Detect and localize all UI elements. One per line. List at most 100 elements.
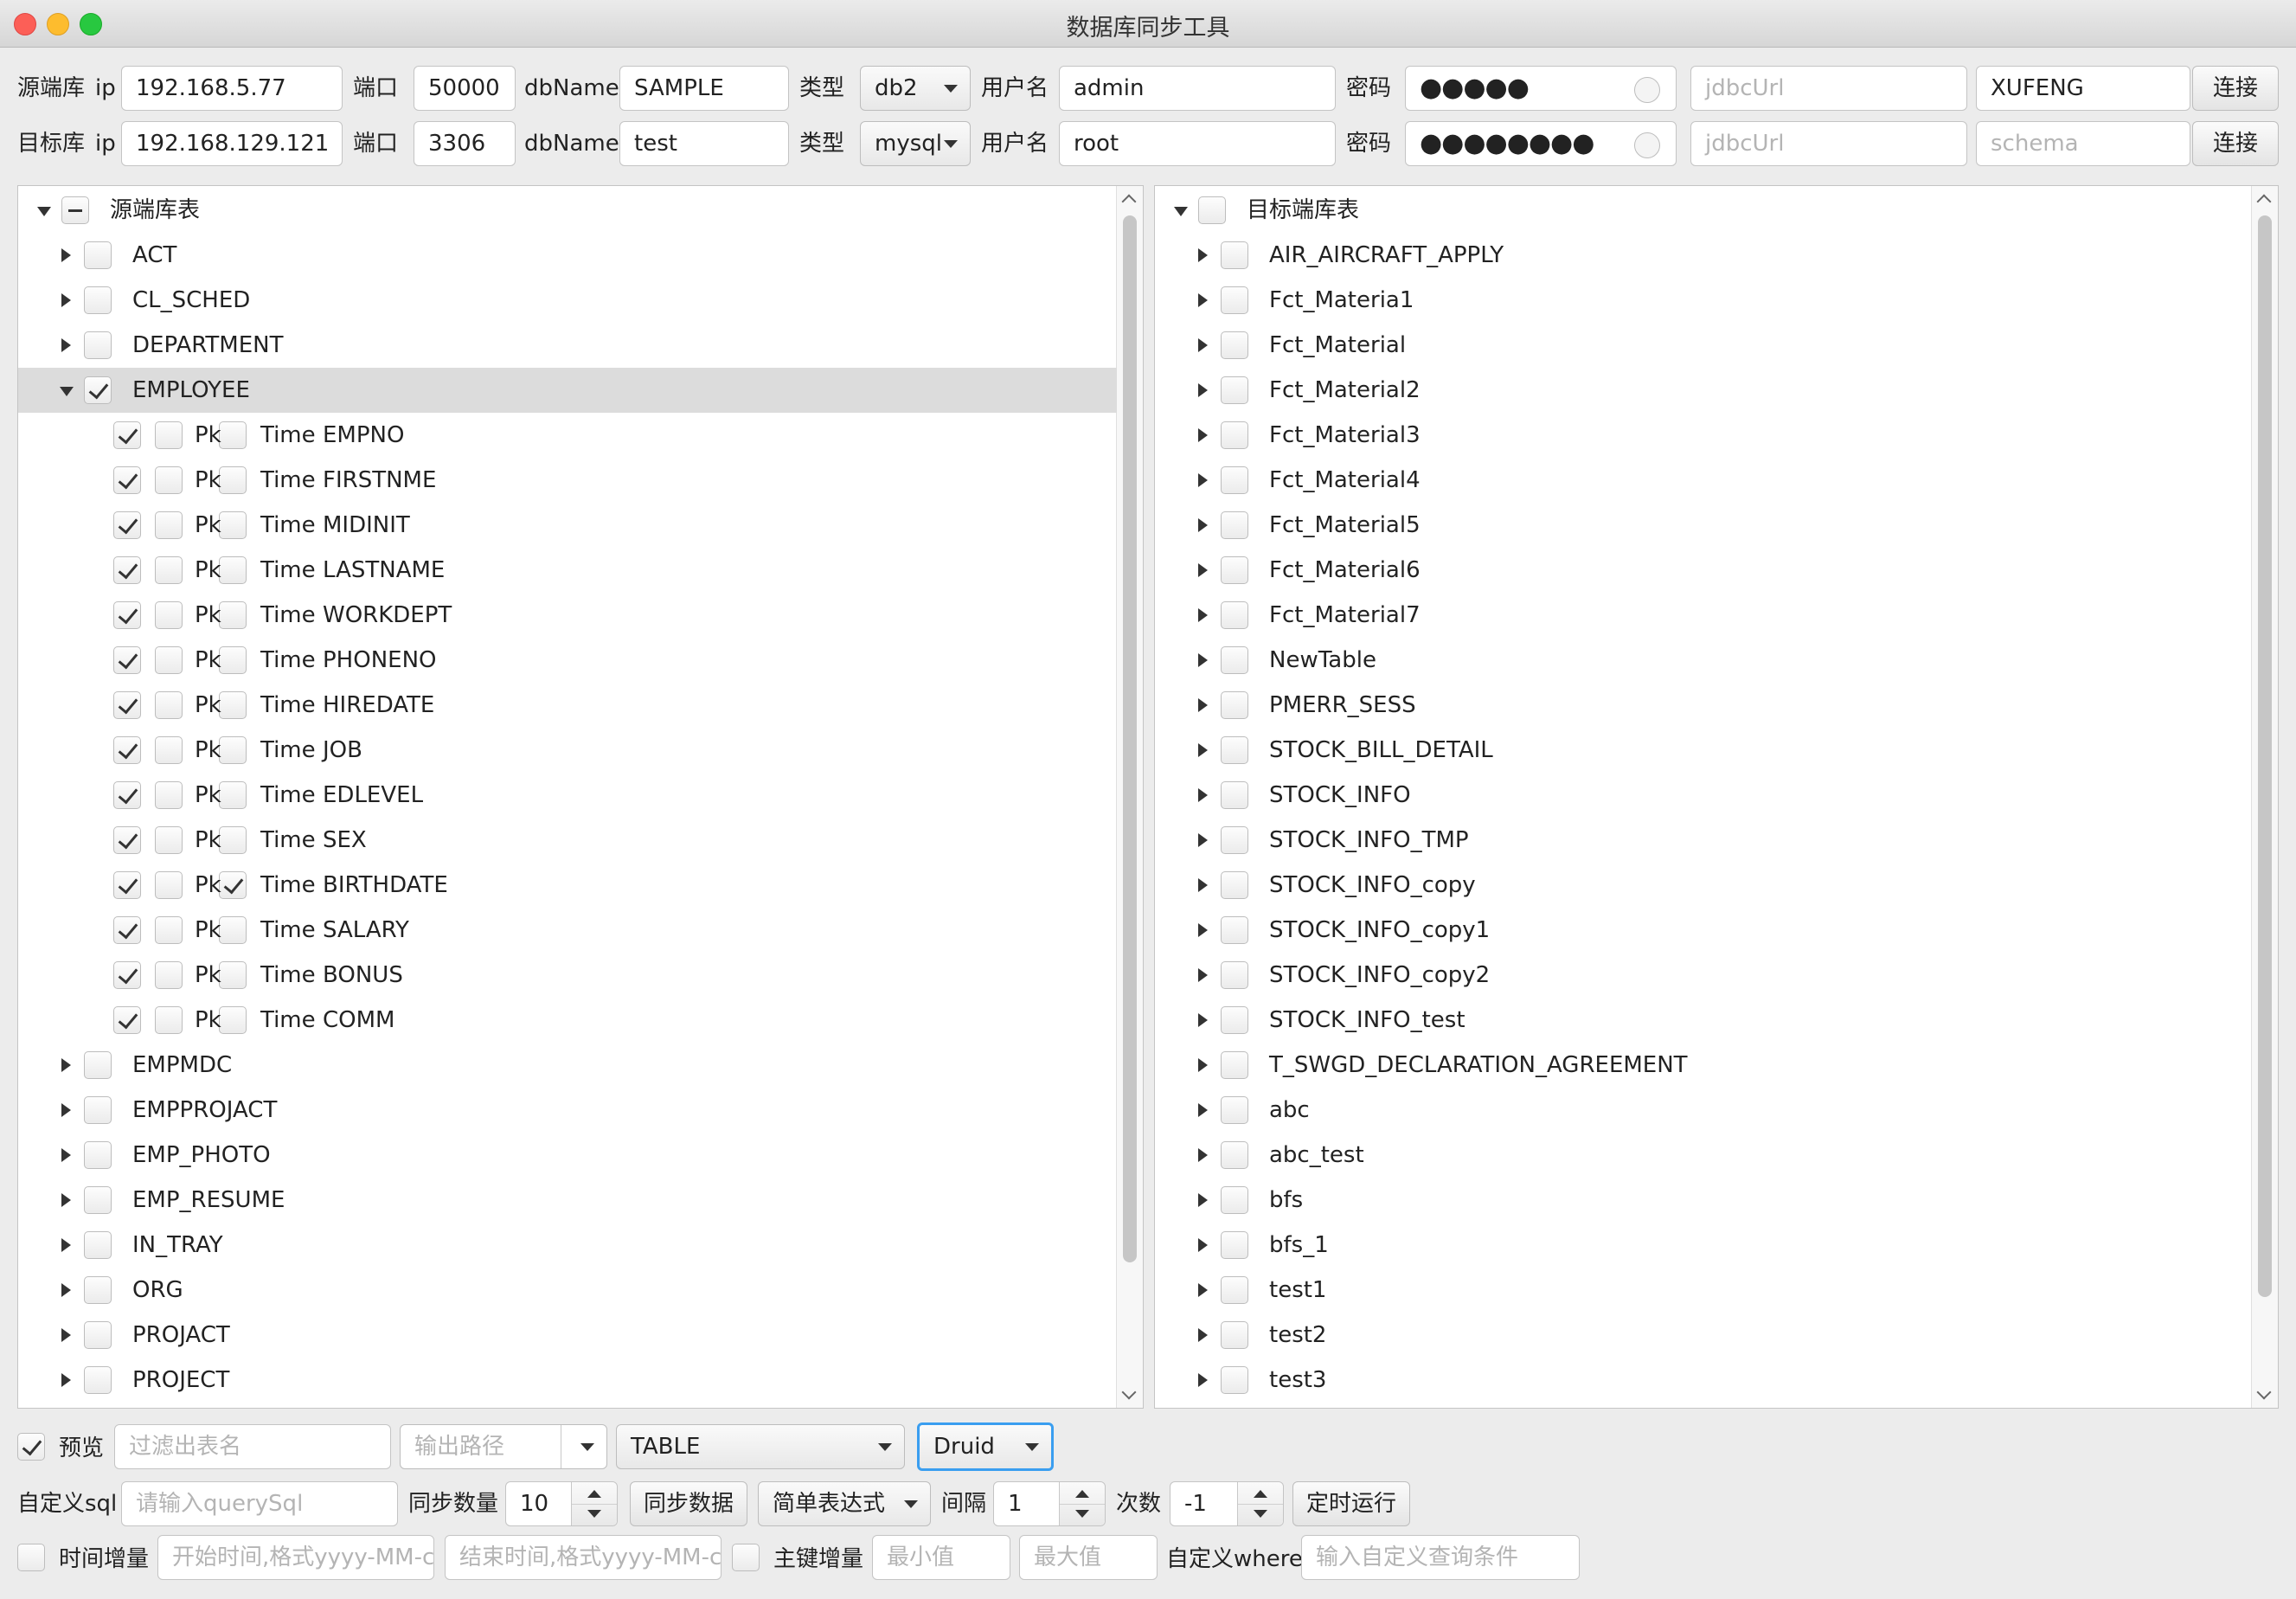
expand-arrow-icon[interactable] bbox=[1198, 1193, 1208, 1207]
target-table-item[interactable]: AIR_AIRCRAFT_APPLY bbox=[1155, 233, 2252, 278]
table-checkbox[interactable] bbox=[1221, 1141, 1248, 1169]
table-checkbox[interactable] bbox=[1221, 646, 1248, 674]
target-ip-field[interactable]: 192.168.129.121 bbox=[121, 121, 343, 166]
expand-arrow-icon[interactable] bbox=[1198, 248, 1208, 262]
expand-arrow-icon[interactable] bbox=[1198, 833, 1208, 847]
target-jdbc-field[interactable]: jdbcUrl bbox=[1690, 121, 1967, 166]
source-dbname-field[interactable]: SAMPLE bbox=[619, 66, 789, 111]
target-table-item[interactable]: test2 bbox=[1155, 1313, 2252, 1358]
pk-checkbox[interactable] bbox=[155, 511, 183, 539]
expand-arrow-icon[interactable] bbox=[61, 1148, 71, 1162]
time-checkbox[interactable] bbox=[219, 871, 247, 899]
expand-arrow-icon[interactable] bbox=[61, 1283, 71, 1297]
expand-arrow-icon[interactable] bbox=[61, 1193, 71, 1207]
table-checkbox[interactable] bbox=[84, 1096, 112, 1124]
expand-arrow-icon[interactable] bbox=[61, 248, 71, 262]
time-checkbox[interactable] bbox=[219, 826, 247, 854]
time-checkbox[interactable] bbox=[219, 691, 247, 719]
expand-arrow-icon[interactable] bbox=[61, 1373, 71, 1387]
column-select-checkbox[interactable] bbox=[113, 871, 141, 899]
min-value-field[interactable]: 最小值 bbox=[872, 1535, 1010, 1580]
target-table-item[interactable]: test1 bbox=[1155, 1268, 2252, 1313]
table-checkbox[interactable] bbox=[1221, 1051, 1248, 1079]
pk-increment-checkbox[interactable] bbox=[732, 1544, 760, 1571]
target-table-item[interactable]: abc bbox=[1155, 1088, 2252, 1133]
target-table-item[interactable]: bfs bbox=[1155, 1178, 2252, 1223]
table-checkbox[interactable] bbox=[84, 1231, 112, 1259]
target-table-item[interactable]: T_SWGD_DECLARATION_AGREEMENT bbox=[1155, 1043, 2252, 1088]
time-checkbox[interactable] bbox=[219, 1006, 247, 1034]
expand-arrow-icon[interactable] bbox=[1198, 1328, 1208, 1342]
times-stepper[interactable]: -1 bbox=[1170, 1481, 1284, 1526]
column-row[interactable]: Pk Time COMM bbox=[18, 998, 1117, 1043]
target-table-item[interactable]: bfs_1 bbox=[1155, 1223, 2252, 1268]
password-toggle-icon[interactable] bbox=[1634, 77, 1660, 103]
target-table-item[interactable]: STOCK_BILL_DETAIL bbox=[1155, 728, 2252, 773]
table-checkbox[interactable] bbox=[84, 376, 112, 404]
table-checkbox[interactable] bbox=[1221, 781, 1248, 809]
table-checkbox[interactable] bbox=[84, 1186, 112, 1214]
expand-arrow-icon[interactable] bbox=[1198, 1148, 1208, 1162]
pk-checkbox[interactable] bbox=[155, 601, 183, 629]
decrement-icon[interactable] bbox=[1075, 1510, 1089, 1518]
source-ip-field[interactable]: 192.168.5.77 bbox=[121, 66, 343, 111]
table-checkbox[interactable] bbox=[1221, 556, 1248, 584]
time-increment-checkbox[interactable] bbox=[17, 1544, 45, 1571]
filter-table-field[interactable]: 过滤出表名 bbox=[114, 1424, 391, 1469]
target-table-item[interactable]: STOCK_INFO_copy bbox=[1155, 863, 2252, 908]
scroll-up-icon[interactable] bbox=[1121, 194, 1137, 209]
scroll-down-icon[interactable] bbox=[2256, 1384, 2272, 1400]
table-checkbox[interactable] bbox=[1221, 1366, 1248, 1394]
sync-data-button[interactable]: 同步数据 bbox=[630, 1481, 747, 1526]
table-checkbox[interactable] bbox=[1221, 1231, 1248, 1259]
scroll-down-icon[interactable] bbox=[1121, 1384, 1137, 1400]
table-checkbox[interactable] bbox=[1221, 466, 1248, 494]
table-checkbox[interactable] bbox=[84, 331, 112, 359]
table-checkbox[interactable] bbox=[1221, 286, 1248, 314]
end-time-field[interactable]: 结束时间,格式yyyy-MM-c bbox=[445, 1535, 722, 1580]
collapse-arrow-icon[interactable] bbox=[60, 387, 74, 396]
pk-checkbox[interactable] bbox=[155, 916, 183, 944]
table-checkbox[interactable] bbox=[1221, 871, 1248, 899]
expand-arrow-icon[interactable] bbox=[61, 1238, 71, 1252]
increment-icon[interactable] bbox=[587, 1490, 601, 1498]
target-type-select[interactable]: mysql bbox=[860, 121, 971, 166]
interval-stepper[interactable]: 1 bbox=[993, 1481, 1106, 1526]
expand-arrow-icon[interactable] bbox=[61, 338, 71, 352]
expand-arrow-icon[interactable] bbox=[1198, 518, 1208, 532]
source-user-field[interactable]: admin bbox=[1059, 66, 1336, 111]
table-checkbox[interactable] bbox=[84, 1276, 112, 1304]
table-checkbox[interactable] bbox=[84, 241, 112, 269]
expand-arrow-icon[interactable] bbox=[61, 293, 71, 307]
expand-arrow-icon[interactable] bbox=[1198, 293, 1208, 307]
column-select-checkbox[interactable] bbox=[113, 556, 141, 584]
time-checkbox[interactable] bbox=[219, 916, 247, 944]
source-tree-root[interactable]: 源端库表 bbox=[18, 188, 1117, 233]
column-row[interactable]: Pk Time LASTNAME bbox=[18, 548, 1117, 593]
table-checkbox[interactable] bbox=[84, 1366, 112, 1394]
max-value-field[interactable]: 最大值 bbox=[1019, 1535, 1158, 1580]
expand-arrow-icon[interactable] bbox=[1198, 878, 1208, 892]
table-checkbox[interactable] bbox=[1221, 1321, 1248, 1349]
column-select-checkbox[interactable] bbox=[113, 736, 141, 764]
source-port-field[interactable]: 50000 bbox=[414, 66, 516, 111]
expand-arrow-icon[interactable] bbox=[1198, 1013, 1208, 1027]
source-table-item[interactable]: EMPPROJACT bbox=[18, 1088, 1117, 1133]
table-checkbox[interactable] bbox=[1221, 916, 1248, 944]
expand-arrow-icon[interactable] bbox=[1198, 1373, 1208, 1387]
pk-checkbox[interactable] bbox=[155, 736, 183, 764]
target-table-item[interactable]: test3 bbox=[1155, 1358, 2252, 1403]
table-checkbox[interactable] bbox=[1221, 421, 1248, 449]
expand-arrow-icon[interactable] bbox=[1198, 698, 1208, 712]
source-table-item[interactable]: DEPARTMENT bbox=[18, 323, 1117, 368]
pk-checkbox[interactable] bbox=[155, 826, 183, 854]
column-row[interactable]: Pk Time BONUS bbox=[18, 953, 1117, 998]
column-select-checkbox[interactable] bbox=[113, 601, 141, 629]
pk-checkbox[interactable] bbox=[155, 421, 183, 449]
table-checkbox[interactable] bbox=[1221, 241, 1248, 269]
expand-arrow-icon[interactable] bbox=[1198, 743, 1208, 757]
expand-arrow-icon[interactable] bbox=[1198, 653, 1208, 667]
column-select-checkbox[interactable] bbox=[113, 511, 141, 539]
scroll-up-icon[interactable] bbox=[2256, 194, 2272, 209]
target-table-item[interactable]: STOCK_INFO_copy2 bbox=[1155, 953, 2252, 998]
